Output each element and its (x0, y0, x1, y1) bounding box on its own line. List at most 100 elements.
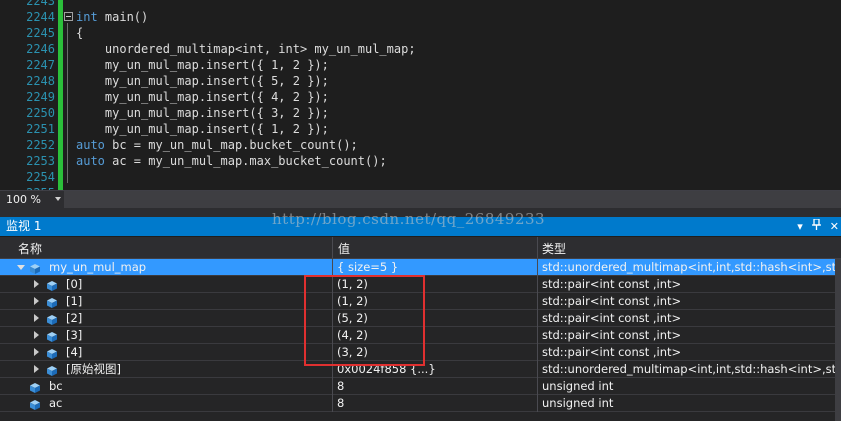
watch-row[interactable]: [原始视图] 0x0024f858 {...} std::unordered_mul… (0, 361, 838, 378)
watch-name-cell[interactable]: [2] (0, 310, 332, 327)
watch-value-cell[interactable]: 8 (334, 378, 540, 395)
watch-row[interactable]: [4] (3, 2) std::pair<int const ,int> (0, 344, 835, 361)
column-divider[interactable] (332, 237, 333, 258)
watch-row[interactable]: [1] (1, 2) std::pair<int const ,int> (0, 293, 835, 310)
watch-value-cell[interactable]: (4, 2) (334, 327, 540, 344)
code-line[interactable]: 2249 my_un_mul_map.insert({ 4, 2 }); (0, 89, 841, 105)
code-line[interactable]: 2254 (0, 169, 841, 185)
watch-type-cell: std::pair<int const ,int> (542, 311, 682, 325)
expand-arrow-icon[interactable] (34, 280, 39, 288)
code-text: my_un_mul_map.insert({ 5, 2 }); (76, 73, 329, 89)
watch-row[interactable]: [0] (1, 2) std::pair<int const ,int> (0, 276, 835, 293)
watch-variable-name: [0] (66, 277, 83, 291)
cell-divider (537, 395, 538, 412)
watch-value-cell[interactable]: (1, 2) (334, 276, 540, 293)
collapse-icon[interactable] (64, 12, 73, 21)
cell-divider (537, 293, 538, 310)
variable-icon (47, 364, 57, 376)
watch-name-cell[interactable]: my_un_mul_map (0, 259, 332, 276)
code-line[interactable]: 2247 my_un_mul_map.insert({ 1, 2 }); (0, 57, 841, 73)
expand-arrow-icon[interactable] (34, 348, 39, 356)
cell-divider (332, 395, 333, 412)
expand-arrow-icon[interactable] (34, 314, 39, 322)
code-text: auto ac = my_un_mul_map.max_bucket_count… (76, 153, 387, 169)
variable-icon (47, 330, 57, 342)
code-line[interactable]: 2246 unordered_multimap<int, int> my_un_… (0, 41, 841, 57)
line-number: 2248 (26, 74, 55, 88)
code-content: my_un_mul_map.insert({ 3, 2 }); (76, 106, 329, 120)
column-name[interactable]: 名称 (18, 240, 42, 257)
watch-variable-name: ac (49, 396, 63, 410)
watch-value-cell[interactable]: { size=5 } (334, 259, 540, 276)
code-text: unordered_multimap<int, int> my_un_mul_m… (76, 41, 416, 57)
watch-variable-name: [3] (66, 328, 83, 342)
code-text: my_un_mul_map.insert({ 1, 2 }); (76, 121, 329, 137)
close-icon[interactable]: ✕ (830, 217, 839, 236)
expand-arrow-icon[interactable] (34, 297, 39, 305)
watch-row[interactable]: [2] (5, 2) std::pair<int const ,int> (0, 310, 835, 327)
watch-row[interactable]: ac 8 unsigned int (0, 395, 835, 412)
code-line[interactable]: 2243 (0, 0, 841, 9)
cell-divider (332, 293, 333, 310)
watch-row[interactable]: bc 8 unsigned int (0, 378, 835, 395)
watch-value-cell[interactable]: 8 (334, 395, 540, 412)
watch-name-cell[interactable]: [0] (0, 276, 332, 293)
watch-column-header: 名称 值 类型 (0, 237, 841, 259)
watch-variable-name: bc (49, 379, 63, 393)
line-number: 2246 (26, 42, 55, 56)
code-content: unordered_multimap<int, int> my_un_mul_m… (76, 42, 416, 56)
pin-icon[interactable] (811, 217, 821, 236)
watch-value-cell[interactable]: (1, 2) (334, 293, 540, 310)
vertical-scrollbar[interactable] (835, 259, 841, 421)
line-number: 2250 (26, 106, 55, 120)
watch-type-cell: unsigned int (542, 396, 614, 410)
panel-splitter[interactable] (0, 209, 841, 217)
line-number: 2245 (26, 26, 55, 40)
column-divider[interactable] (537, 237, 538, 258)
watch-value-cell[interactable]: 0x0024f858 {...} (334, 361, 540, 378)
watch-type-cell: std::pair<int const ,int> (542, 345, 682, 359)
line-number: 2243 (26, 0, 55, 8)
variable-icon (47, 296, 57, 308)
collapse-arrow-icon[interactable] (17, 265, 25, 270)
code-line[interactable]: 2245 { (0, 25, 841, 41)
cell-divider (332, 361, 333, 378)
watch-row[interactable]: [3] (4, 2) std::pair<int const ,int> (0, 327, 835, 344)
cell-divider (332, 344, 333, 361)
watch-value-cell[interactable]: (5, 2) (334, 310, 540, 327)
zoom-dropdown[interactable]: 100 % (2, 191, 62, 208)
cell-divider (537, 259, 538, 276)
watch-grid: my_un_mul_map { size=5 } std::unordered_mu… (0, 259, 838, 421)
code-line[interactable]: 2248 my_un_mul_map.insert({ 5, 2 }); (0, 73, 841, 89)
dropdown-icon[interactable]: ▾ (797, 217, 803, 236)
column-type[interactable]: 类型 (542, 240, 566, 257)
zoom-value: 100 % (6, 193, 41, 206)
watch-name-cell[interactable]: bc (0, 378, 332, 395)
code-editor[interactable]: 2243 2244 int main() 2245 {2246 unordered_mu… (0, 0, 841, 190)
horizontal-scrollbar[interactable] (64, 191, 841, 208)
cell-divider (537, 361, 538, 378)
code-line[interactable]: 2250 my_un_mul_map.insert({ 3, 2 }); (0, 105, 841, 121)
watch-name-cell[interactable]: ac (0, 395, 332, 412)
watch-name-cell[interactable]: [原始视图] (0, 361, 332, 378)
code-text: my_un_mul_map.insert({ 1, 2 }); (76, 57, 329, 73)
code-content: my_un_mul_map.insert({ 4, 2 }); (76, 90, 329, 104)
code-text: int main() (76, 9, 148, 25)
code-content: bc = my_un_mul_map.bucket_count(); (104, 138, 358, 152)
column-value[interactable]: 值 (338, 240, 350, 257)
watch-name-cell[interactable]: [3] (0, 327, 332, 344)
code-line[interactable]: 2252 auto bc = my_un_mul_map.bucket_count… (0, 137, 841, 153)
code-line[interactable]: 2253 auto ac = my_un_mul_map.max_bucket_c… (0, 153, 841, 169)
line-number: 2253 (26, 154, 55, 168)
code-line[interactable]: 2244 int main() (0, 9, 841, 25)
watch-type-cell: std::unordered_multimap<int,int,std::has… (542, 260, 838, 274)
watch-row[interactable]: my_un_mul_map { size=5 } std::unordered_mu… (0, 259, 838, 276)
keyword: int (76, 10, 98, 24)
expand-arrow-icon[interactable] (34, 331, 39, 339)
watch-value-cell[interactable]: (3, 2) (334, 344, 540, 361)
expand-arrow-icon[interactable] (34, 365, 39, 373)
code-line[interactable]: 2251 my_un_mul_map.insert({ 1, 2 }); (0, 121, 841, 137)
watch-name-cell[interactable]: [4] (0, 344, 332, 361)
cell-divider (537, 276, 538, 293)
watch-name-cell[interactable]: [1] (0, 293, 332, 310)
